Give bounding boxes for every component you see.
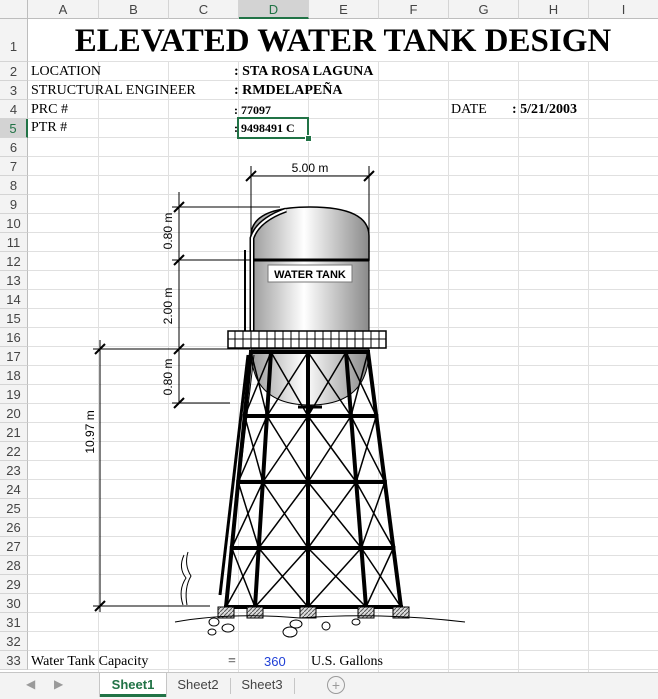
water-tank-drawing[interactable]: 5.00 m 0.80 m 2.00 m 0.80 m 10.97 m WATE…	[0, 0, 658, 672]
spreadsheet-grid[interactable]: ABCDEFGHI 1 2 3 4 5 6 7 8 9 10 11 12 13 14 15 16 17 18 19 2…	[0, 0, 658, 672]
capacity-equals[interactable]: =	[228, 654, 236, 670]
tank-label: WATER TANK	[274, 269, 346, 281]
tab-divider	[294, 678, 295, 694]
sheet-tab-bar: ◀ ▶ Sheet1 Sheet2 Sheet3 +	[0, 672, 658, 699]
scroll-right-icon[interactable]: ▶	[54, 677, 63, 691]
tab-sheet3[interactable]: Sheet3	[231, 673, 293, 697]
dim-width-label: 5.00 m	[292, 161, 329, 175]
capacity-label[interactable]: Water Tank Capacity	[31, 654, 148, 670]
balcony	[227, 330, 387, 349]
dim-tower-label: 10.97 m	[83, 410, 97, 453]
capacity-unit[interactable]: U.S. Gallons	[311, 654, 383, 670]
capacity-value[interactable]: 360	[264, 654, 286, 669]
dim-bottom-label: 0.80 m	[161, 359, 175, 396]
tab-sheet1[interactable]: Sheet1	[100, 673, 166, 697]
add-sheet-icon[interactable]: +	[327, 676, 345, 694]
dim-roof-label: 0.80 m	[161, 213, 175, 250]
tab-sheet2[interactable]: Sheet2	[167, 673, 229, 697]
dim-body-label: 2.00 m	[161, 288, 175, 325]
scroll-left-icon[interactable]: ◀	[26, 677, 35, 691]
